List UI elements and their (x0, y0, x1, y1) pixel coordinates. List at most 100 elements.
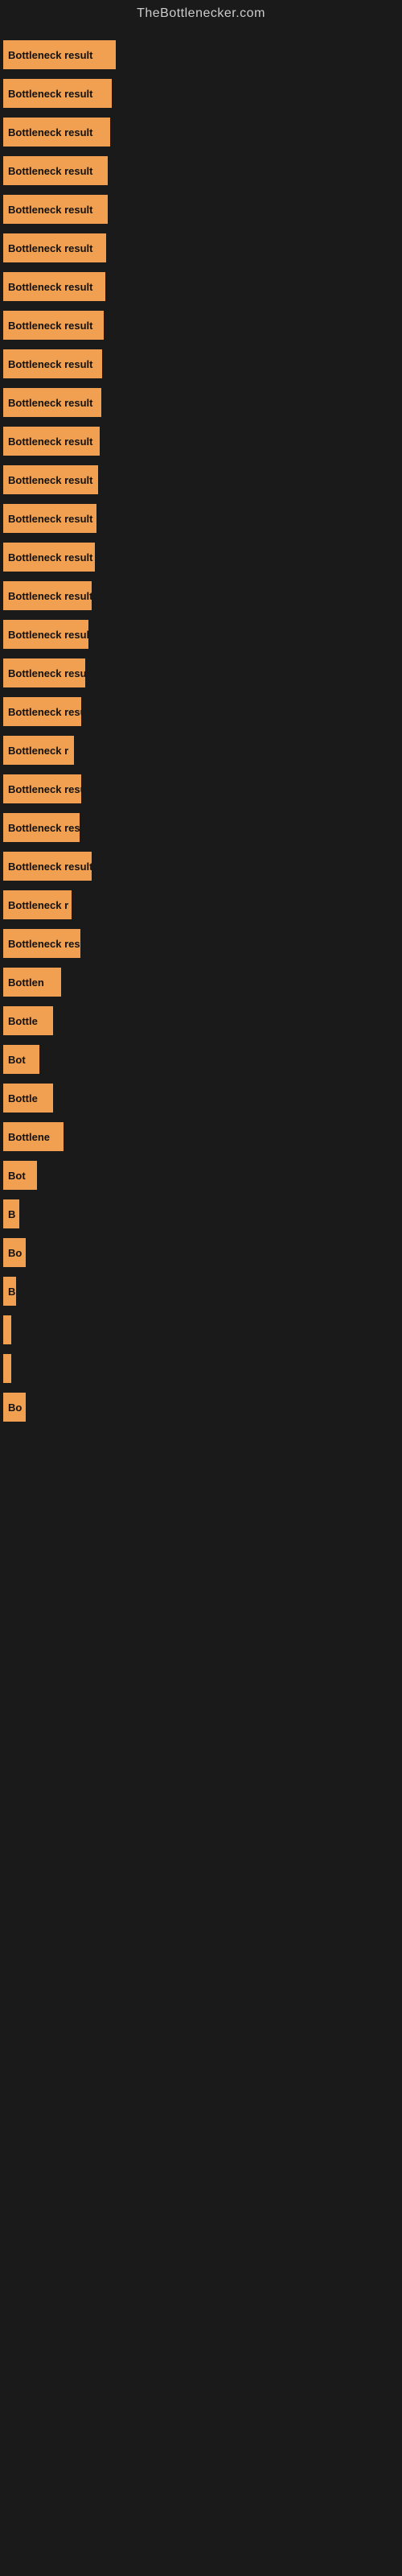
bottleneck-bar[interactable]: B (3, 1199, 19, 1228)
bottleneck-bar[interactable]: Bottleneck result (3, 79, 112, 108)
bar-label: Bottleneck result (8, 358, 92, 370)
bottleneck-bar[interactable]: Bottleneck result (3, 465, 98, 494)
bar-label: Bottleneck result (8, 88, 92, 100)
bar-label: Bottleneck result (8, 165, 92, 177)
bar-row: Bot (0, 1156, 402, 1195)
bar-row: Bottleneck result (0, 654, 402, 692)
bottleneck-bar[interactable]: Bottleneck resu (3, 697, 81, 726)
bottleneck-bar[interactable]: Bottleneck result (3, 118, 110, 147)
bar-label: Bottleneck result (8, 397, 92, 409)
bar-row: Bottleneck result (0, 538, 402, 576)
bottleneck-bar[interactable]: B (3, 1277, 16, 1306)
bar-row (0, 1311, 402, 1349)
bar-row: Bottleneck result (0, 229, 402, 267)
bar-label: Bottlen (8, 976, 44, 989)
bar-label: Bottleneck result (8, 320, 92, 332)
bottleneck-bar[interactable]: Bottleneck result (3, 311, 104, 340)
bar-row: Bottleneck result (0, 383, 402, 422)
bottleneck-bar[interactable]: Bottleneck r (3, 890, 72, 919)
bar-label: Bottleneck resu (8, 783, 81, 795)
bar-row: Bottle (0, 1079, 402, 1117)
bar-label: Bottleneck result (8, 590, 92, 602)
bottleneck-bar[interactable]: Bottleneck result (3, 620, 88, 649)
bar-row: Bot (0, 1040, 402, 1079)
bottleneck-bar[interactable]: Bottleneck res (3, 813, 80, 842)
bottleneck-bar[interactable]: Bo (3, 1238, 26, 1267)
bar-row: Bottle (0, 1001, 402, 1040)
bottleneck-bar[interactable]: Bottleneck result (3, 427, 100, 456)
bar-label: Bottleneck result (8, 242, 92, 254)
bar-row: Bottleneck r (0, 731, 402, 770)
bar-label: Bottleneck r (8, 899, 68, 911)
bar-label: Bottleneck result (8, 49, 92, 61)
bottleneck-bar[interactable]: Bottleneck resu (3, 929, 80, 958)
bottleneck-bar[interactable]: Bottle (3, 1084, 53, 1113)
bar-row: Bottleneck result (0, 267, 402, 306)
bottleneck-bar[interactable]: Bottleneck result (3, 156, 108, 185)
bar-label: Bottleneck result (8, 513, 92, 525)
bar-label: Bottleneck result (8, 474, 92, 486)
bar-row: Bottleneck res (0, 808, 402, 847)
bar-row: Bo (0, 1388, 402, 1426)
bottleneck-bar[interactable]: Bottleneck result (3, 233, 106, 262)
bottleneck-bar[interactable]: Bottleneck result (3, 195, 108, 224)
bottleneck-bar[interactable]: Bottleneck result (3, 349, 102, 378)
bottleneck-bar[interactable]: Bottleneck result (3, 388, 101, 417)
bars-container: Bottleneck result Bottleneck result Bottle… (0, 27, 402, 1435)
bar-label: B (8, 1286, 15, 1298)
bottleneck-bar[interactable]: Bottleneck result (3, 40, 116, 69)
bar-row: Bottleneck result (0, 345, 402, 383)
bottleneck-bar[interactable]: Bot (3, 1045, 39, 1074)
bar-row: Bottleneck resu (0, 770, 402, 808)
bar-row: B (0, 1195, 402, 1233)
bottleneck-bar[interactable]: Bot (3, 1161, 37, 1190)
bar-label: Bo (8, 1247, 22, 1259)
bar-row: Bottleneck resu (0, 692, 402, 731)
bar-label: Bottleneck result (8, 204, 92, 216)
bar-label: Bottleneck result (8, 551, 92, 564)
bar-row: Bottleneck result (0, 74, 402, 113)
bar-row: Bottleneck result (0, 847, 402, 886)
bar-row: Bottleneck result (0, 576, 402, 615)
bottleneck-bar[interactable]: Bottleneck result (3, 543, 95, 572)
bar-row: Bottleneck result (0, 422, 402, 460)
bar-row: Bottleneck result (0, 460, 402, 499)
bottleneck-bar[interactable]: Bottleneck result (3, 658, 85, 687)
bottleneck-bar[interactable] (3, 1315, 11, 1344)
bar-row: B (0, 1272, 402, 1311)
bottleneck-bar[interactable]: Bottle (3, 1006, 53, 1035)
bottleneck-bar[interactable]: Bottlene (3, 1122, 64, 1151)
bottleneck-bar[interactable]: Bottleneck result (3, 272, 105, 301)
bar-row: Bottleneck result (0, 35, 402, 74)
bottleneck-bar[interactable]: Bottleneck result (3, 852, 92, 881)
bar-row: Bottlene (0, 1117, 402, 1156)
bar-label: Bottleneck result (8, 436, 92, 448)
bottleneck-bar[interactable]: Bottleneck result (3, 581, 92, 610)
bar-row: Bottlen (0, 963, 402, 1001)
bar-row: Bottleneck result (0, 151, 402, 190)
bottleneck-bar[interactable]: Bottleneck resu (3, 774, 81, 803)
bar-row: Bottleneck result (0, 190, 402, 229)
bar-row: Bo (0, 1233, 402, 1272)
site-title: TheBottlenecker.com (0, 0, 402, 27)
bar-label: Bottleneck result (8, 861, 92, 873)
bar-label: Bottle (8, 1092, 38, 1104)
bar-label: Bottleneck res (8, 822, 80, 834)
bar-label: Bottleneck result (8, 629, 88, 641)
bar-row: Bottleneck resu (0, 924, 402, 963)
bottleneck-bar[interactable]: Bottleneck r (3, 736, 74, 765)
bar-label: Bottlene (8, 1131, 50, 1143)
bottleneck-bar[interactable]: Bottleneck result (3, 504, 96, 533)
bar-label: Bot (8, 1054, 26, 1066)
bar-label: Bo (8, 1402, 22, 1414)
bar-label: Bottleneck resu (8, 938, 80, 950)
bar-row: Bottleneck r (0, 886, 402, 924)
bar-label: Bottleneck result (8, 667, 85, 679)
bar-row: Bottleneck result (0, 306, 402, 345)
bottleneck-bar[interactable]: Bottlen (3, 968, 61, 997)
bottleneck-bar[interactable]: Bo (3, 1393, 26, 1422)
bar-label: Bottleneck result (8, 281, 92, 293)
bar-row: Bottleneck result (0, 113, 402, 151)
bar-label: B (8, 1208, 15, 1220)
bottleneck-bar[interactable] (3, 1354, 11, 1383)
